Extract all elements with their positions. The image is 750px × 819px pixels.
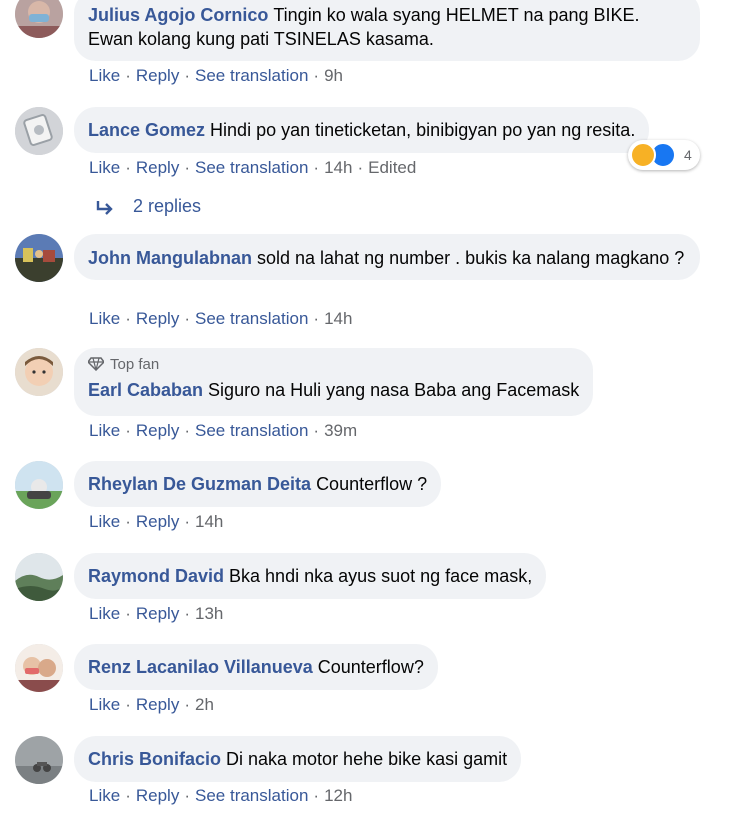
- comment-author[interactable]: Lance Gomez: [88, 120, 205, 140]
- comment-author[interactable]: Chris Bonifacio: [88, 749, 221, 769]
- avatar[interactable]: [15, 553, 63, 601]
- comment-actions: Like · Reply · See translation · 12h: [89, 786, 353, 805]
- comment-author[interactable]: Raymond David: [88, 566, 224, 586]
- comment-bubble: Rheylan De Guzman Deita Counterflow ?: [74, 461, 442, 507]
- timestamp[interactable]: 2h: [195, 695, 214, 714]
- see-translation-link[interactable]: See translation: [195, 158, 308, 177]
- comment-author[interactable]: John Mangulabnan: [88, 248, 252, 268]
- like-link[interactable]: Like: [89, 158, 120, 177]
- timestamp[interactable]: 12h: [324, 786, 352, 805]
- comment-text: Counterflow ?: [316, 474, 428, 494]
- avatar[interactable]: [15, 234, 63, 282]
- comment-text: Di naka motor hehe bike kasi gamit: [226, 749, 508, 769]
- comment-bubble: Chris Bonifacio Di naka motor hehe bike k…: [74, 736, 522, 782]
- like-link[interactable]: Like: [89, 309, 120, 328]
- reply-link[interactable]: Reply: [136, 309, 179, 328]
- avatar[interactable]: [15, 736, 63, 784]
- comment-bubble: Julius Agojo Cornico Tingin ko wala syang…: [74, 0, 700, 61]
- view-replies-link[interactable]: 2 replies: [95, 196, 201, 217]
- timestamp[interactable]: 14h: [324, 158, 352, 177]
- comment-actions: Like · Reply · 13h: [89, 604, 224, 623]
- comment-actions: Like · Reply · 2h: [89, 695, 214, 714]
- timestamp[interactable]: 9h: [324, 66, 343, 85]
- haha-reaction-icon: [630, 142, 656, 168]
- reaction-count: 4: [684, 147, 692, 163]
- comment-bubble: Raymond David Bka hndi nka ayus suot ng f…: [74, 553, 547, 599]
- comment-text: Siguro na Huli yang nasa Baba ang Facema…: [208, 380, 580, 400]
- reply-link[interactable]: Reply: [136, 604, 179, 623]
- see-translation-link[interactable]: See translation: [195, 786, 308, 805]
- comment-bubble: John Mangulabnan sold na lahat ng number …: [74, 234, 700, 280]
- like-link[interactable]: Like: [89, 66, 120, 85]
- avatar[interactable]: [15, 644, 63, 692]
- timestamp[interactable]: 13h: [195, 604, 223, 623]
- comment-author[interactable]: Rheylan De Guzman Deita: [88, 474, 311, 494]
- comment-actions: Like · Reply · See translation · 14h · Edited: [89, 158, 417, 177]
- like-link[interactable]: Like: [89, 786, 120, 805]
- see-translation-link[interactable]: See translation: [195, 421, 308, 440]
- comment-actions: Like · Reply · 14h: [89, 512, 224, 531]
- reply-link[interactable]: Reply: [136, 421, 179, 440]
- reply-link[interactable]: Reply: [136, 66, 179, 85]
- comment-author[interactable]: Julius Agojo Cornico: [88, 5, 268, 25]
- reply-link[interactable]: Reply: [136, 695, 179, 714]
- comment-text: Hindi po yan tineticketan, binibigyan po…: [210, 120, 636, 140]
- comment-actions: Like · Reply · See translation · 14h: [89, 309, 353, 328]
- avatar[interactable]: [15, 107, 63, 155]
- comment-text: Bka hndi nka ayus suot ng face mask,: [229, 566, 533, 586]
- like-link[interactable]: Like: [89, 604, 120, 623]
- comment-text: sold na lahat ng number . bukis ka nalan…: [257, 248, 685, 268]
- avatar[interactable]: [15, 0, 63, 38]
- timestamp[interactable]: 39m: [324, 421, 357, 440]
- like-link[interactable]: Like: [89, 695, 120, 714]
- diamond-icon: [87, 357, 105, 372]
- see-translation-link[interactable]: See translation: [195, 66, 308, 85]
- reply-link[interactable]: Reply: [136, 786, 179, 805]
- comment-author[interactable]: Earl Cababan: [88, 380, 203, 400]
- like-link[interactable]: Like: [89, 512, 120, 531]
- comment-bubble: Lance Gomez Hindi po yan tineticketan, bi…: [74, 107, 650, 153]
- top-fan-label: Top fan: [110, 356, 160, 373]
- comment-author[interactable]: Renz Lacanilao Villanueva: [88, 657, 313, 677]
- comment-bubble: Top fan Earl Cababan Siguro na Huli yang …: [74, 348, 594, 416]
- reply-arrow-icon: [96, 200, 113, 215]
- reaction-summary[interactable]: 4: [628, 140, 700, 170]
- comment-actions: Like · Reply · See translation · 39m: [89, 421, 358, 440]
- reply-link[interactable]: Reply: [136, 158, 179, 177]
- reply-link[interactable]: Reply: [136, 512, 179, 531]
- avatar[interactable]: [15, 348, 63, 396]
- edited-label: Edited: [368, 158, 417, 177]
- see-translation-link[interactable]: See translation: [195, 309, 308, 328]
- comment-bubble: Renz Lacanilao Villanueva Counterflow?: [74, 644, 438, 690]
- avatar[interactable]: [15, 461, 63, 509]
- replies-count: 2 replies: [133, 196, 202, 216]
- like-link[interactable]: Like: [89, 421, 120, 440]
- timestamp[interactable]: 14h: [195, 512, 223, 531]
- comment-actions: Like · Reply · See translation · 9h: [89, 66, 343, 85]
- timestamp[interactable]: 14h: [324, 309, 352, 328]
- comment-text: Counterflow?: [317, 657, 424, 677]
- top-fan-badge: Top fan: [87, 356, 579, 374]
